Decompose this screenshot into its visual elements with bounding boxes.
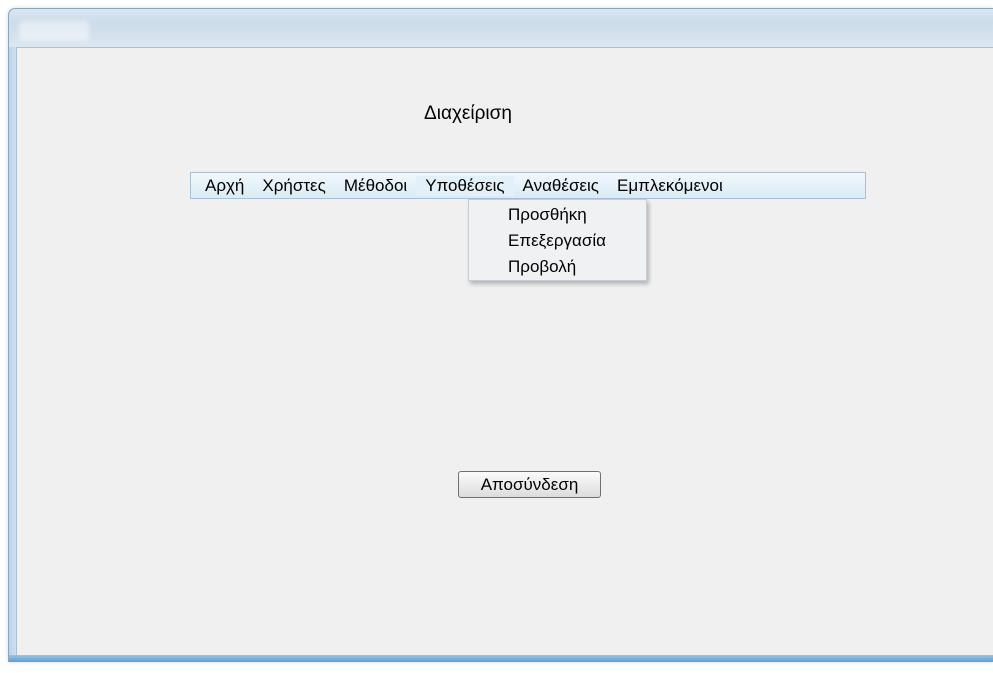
menu-item-involved[interactable]: Εμπλεκόμενοι (608, 176, 732, 196)
main-menu: Αρχή Χρήστες Μέθοδοι Υποθέσεις Αναθέσεις… (190, 172, 866, 199)
logout-button[interactable]: Αποσύνδεση (458, 471, 601, 498)
window-frame-bottom (9, 655, 993, 662)
menu-item-cases[interactable]: Υποθέσεις (416, 175, 514, 196)
submenu-item-add[interactable]: Προσθήκη (469, 202, 646, 228)
page-title: Διαχείριση (424, 103, 512, 124)
browser-window: Διαχείριση Αρχή Χρήστες Μέθοδοι Υποθέσει… (8, 8, 993, 662)
menu-item-home[interactable]: Αρχή (196, 176, 253, 196)
submenu-item-view[interactable]: Προβολή (469, 254, 646, 280)
window-title-area (19, 21, 89, 41)
menu-item-assignments[interactable]: Αναθέσεις (514, 176, 608, 196)
menu-item-methods[interactable]: Μέθοδοι (335, 176, 416, 196)
submenu-item-edit[interactable]: Επεξεργασία (469, 228, 646, 254)
window-frame-left (9, 47, 16, 662)
cases-submenu: Προσθήκη Επεξεργασία Προβολή (468, 199, 647, 281)
menu-item-users[interactable]: Χρήστες (253, 176, 334, 196)
page-content: Διαχείριση Αρχή Χρήστες Μέθοδοι Υποθέσει… (16, 47, 993, 655)
